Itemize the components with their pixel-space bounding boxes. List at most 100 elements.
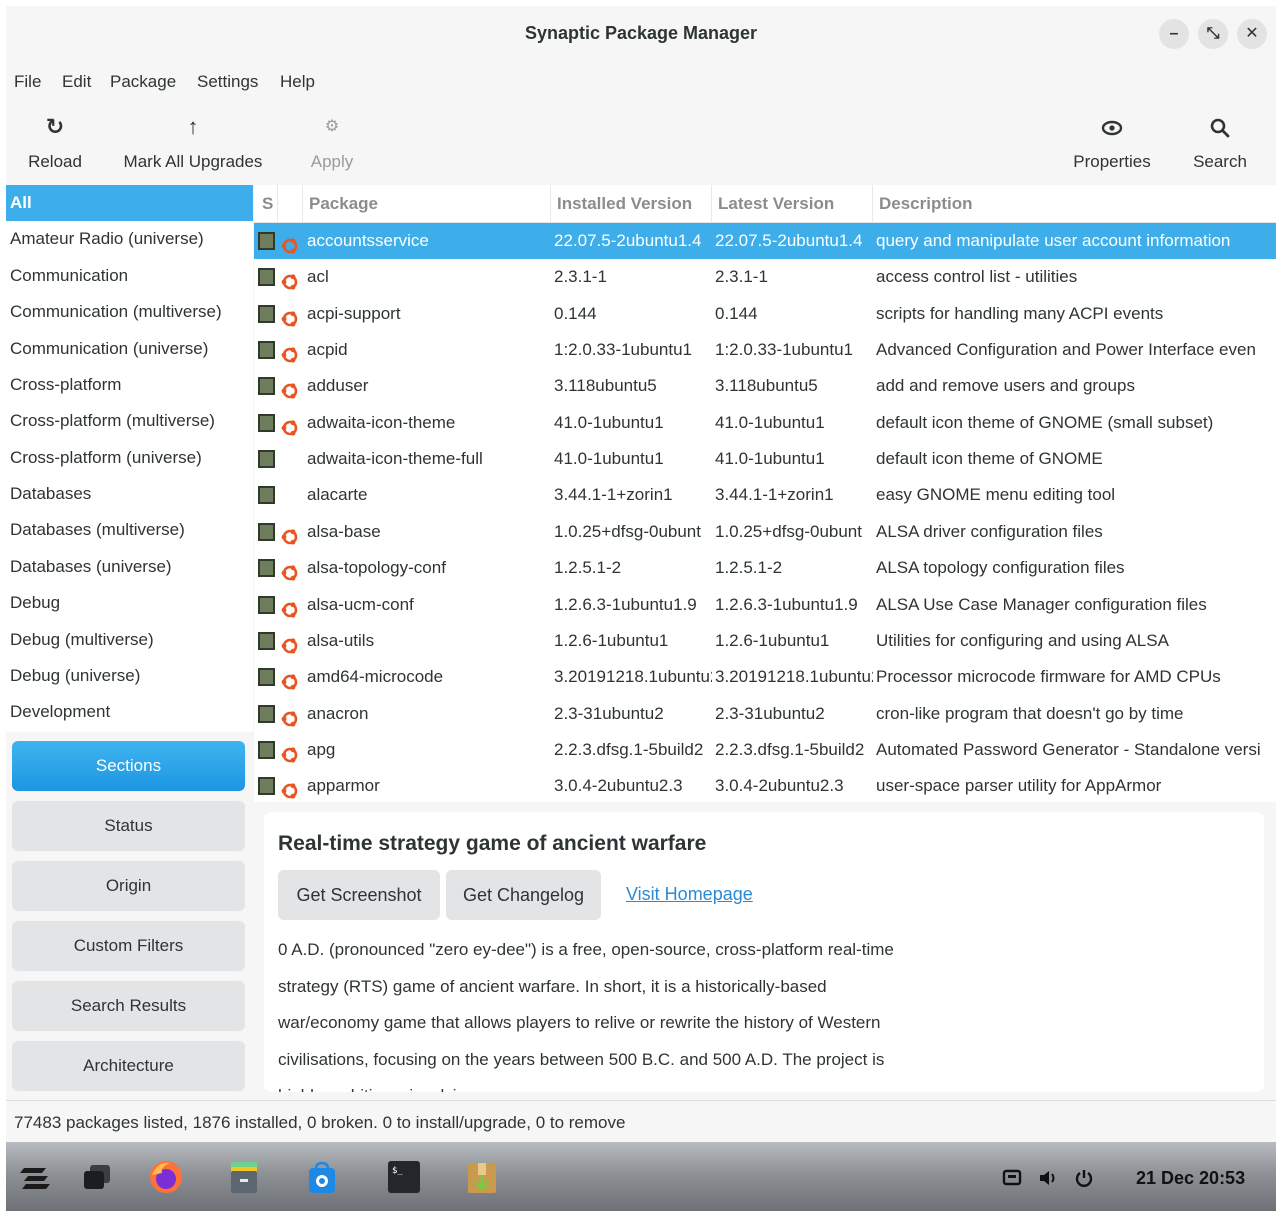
table-row[interactable]: alsa-ucm-conf 1.2.6.3-1ubuntu1.9 1.2.6.3-1… xyxy=(254,587,1276,623)
section-item[interactable]: Communication (universe) xyxy=(6,331,253,367)
installed-checkbox[interactable] xyxy=(258,414,275,432)
package-name: accountsservice xyxy=(307,231,429,250)
table-row[interactable]: acl 2.3.1-1 2.3.1-1 access control list - u… xyxy=(254,259,1276,295)
table-row[interactable]: alsa-utils 1.2.6-1ubuntu1 1.2.6-1ubuntu1 Ut… xyxy=(254,623,1276,659)
latest-version: 2.2.3.dfsg.1-5build2 xyxy=(715,740,865,759)
latest-version: 2.3-31ubuntu2 xyxy=(715,704,825,723)
installed-version: 1.2.5.1-2 xyxy=(554,558,622,577)
custom-filters-button[interactable]: Custom Filters xyxy=(12,921,245,971)
details-title: Real-time strategy game of ancient warfa… xyxy=(278,832,707,855)
column-latest-version[interactable]: Latest Version xyxy=(712,185,873,223)
table-row[interactable]: acpid 1:2.0.33-1ubuntu1 1:2.0.33-1ubuntu1 A… xyxy=(254,332,1276,368)
eye-icon xyxy=(1068,112,1156,142)
table-row[interactable]: amd64-microcode 3.20191218.1ubuntu2 3.2019… xyxy=(254,659,1276,695)
get-changelog-button[interactable]: Get Changelog xyxy=(446,870,601,920)
installed-checkbox[interactable] xyxy=(258,668,275,686)
menu-settings[interactable]: Settings xyxy=(197,72,258,92)
column-package[interactable]: Package xyxy=(303,185,551,223)
menu-package[interactable]: Package xyxy=(110,72,176,92)
installed-checkbox[interactable] xyxy=(258,232,275,250)
network-icon[interactable] xyxy=(1002,1168,1022,1193)
mark-all-upgrades-button[interactable]: ↑ Mark All Upgrades xyxy=(120,112,266,182)
apply-button[interactable]: ⚙ Apply xyxy=(306,112,358,182)
installed-checkbox[interactable] xyxy=(258,777,275,795)
table-row[interactable]: anacron 2.3-31ubuntu2 2.3-31ubuntu2 cron-li… xyxy=(254,696,1276,732)
section-item[interactable]: Databases xyxy=(6,476,253,512)
installed-checkbox[interactable] xyxy=(258,632,275,650)
section-item[interactable]: Communication xyxy=(6,258,253,294)
svg-text:$_: $_ xyxy=(392,1166,403,1176)
section-item[interactable]: Cross-platform (universe) xyxy=(6,440,253,476)
table-row[interactable]: alacarte 3.44.1-1+zorin1 3.44.1-1+zorin1 ea… xyxy=(254,477,1276,513)
architecture-filter-button[interactable]: Architecture xyxy=(12,1041,245,1091)
reload-button[interactable]: ↻ Reload xyxy=(22,112,88,182)
sections-filter-button[interactable]: Sections xyxy=(12,741,245,791)
files-icon[interactable] xyxy=(226,1159,262,1195)
installed-checkbox[interactable] xyxy=(258,596,275,614)
section-item[interactable]: Communication (multiverse) xyxy=(6,294,253,330)
table-row[interactable]: adduser 3.118ubuntu5 3.118ubuntu5 add and r… xyxy=(254,368,1276,404)
column-installed-version[interactable]: Installed Version xyxy=(551,185,712,223)
package-description: Automated Password Generator - Standalon… xyxy=(876,740,1261,759)
section-item[interactable]: Debug xyxy=(6,585,253,621)
menu-file[interactable]: File xyxy=(14,72,41,92)
column-description[interactable]: Description xyxy=(873,185,1276,223)
clock[interactable]: 21 Dec 20:53 xyxy=(1136,1168,1245,1189)
section-item[interactable]: Amateur Radio (universe) xyxy=(6,221,253,257)
firefox-icon[interactable] xyxy=(148,1159,184,1195)
section-item[interactable]: Cross-platform xyxy=(6,367,253,403)
minimize-button[interactable]: – xyxy=(1159,19,1189,49)
software-store-icon[interactable] xyxy=(304,1159,340,1195)
reload-icon: ↻ xyxy=(45,114,65,139)
column-icon[interactable] xyxy=(278,185,303,223)
installed-version: 41.0-1ubuntu1 xyxy=(554,449,664,468)
properties-button[interactable]: Properties xyxy=(1068,112,1156,182)
menu-edit[interactable]: Edit xyxy=(62,72,91,92)
table-row[interactable]: alsa-topology-conf 1.2.5.1-2 1.2.5.1-2 ALSA… xyxy=(254,550,1276,586)
ubuntu-logo-icon xyxy=(281,596,299,618)
installed-checkbox[interactable] xyxy=(258,305,275,323)
table-row[interactable]: adwaita-icon-theme-full 41.0-1ubuntu1 41.0… xyxy=(254,441,1276,477)
search-button[interactable]: Search xyxy=(1188,112,1252,182)
table-row[interactable]: acpi-support 0.144 0.144 scripts for handli… xyxy=(254,296,1276,332)
table-row[interactable]: accountsservice 22.07.5-2ubuntu1.4 22.07.5… xyxy=(254,223,1276,259)
section-item[interactable]: Databases (universe) xyxy=(6,549,253,585)
column-status[interactable]: S xyxy=(254,185,278,223)
status-text: 77483 packages listed, 1876 installed, 0… xyxy=(14,1113,626,1132)
zorin-menu-icon[interactable] xyxy=(18,1159,54,1195)
installed-checkbox[interactable] xyxy=(258,523,275,541)
maximize-button[interactable]: ⤡ xyxy=(1198,19,1228,49)
menu-help[interactable]: Help xyxy=(280,72,315,92)
table-row[interactable]: apparmor 3.0.4-2ubuntu2.3 3.0.4-2ubuntu2.3… xyxy=(254,768,1276,802)
section-item[interactable]: Debug (universe) xyxy=(6,658,253,694)
window-switcher-icon[interactable] xyxy=(80,1159,116,1195)
section-item[interactable]: Development xyxy=(6,694,253,730)
installed-checkbox[interactable] xyxy=(258,705,275,723)
section-item[interactable]: Debug (multiverse) xyxy=(6,622,253,658)
installed-checkbox[interactable] xyxy=(258,377,275,395)
ubuntu-logo-icon xyxy=(281,632,299,654)
section-item[interactable]: Cross-platform (multiverse) xyxy=(6,403,253,439)
installed-checkbox[interactable] xyxy=(258,268,275,286)
power-icon[interactable] xyxy=(1074,1168,1094,1193)
volume-icon[interactable] xyxy=(1038,1168,1060,1193)
installed-checkbox[interactable] xyxy=(258,559,275,577)
visit-homepage-link[interactable]: Visit Homepage xyxy=(626,884,753,905)
installed-checkbox[interactable] xyxy=(258,741,275,759)
section-item[interactable]: Databases (multiverse) xyxy=(6,512,253,548)
get-screenshot-button[interactable]: Get Screenshot xyxy=(278,870,440,920)
table-row[interactable]: adwaita-icon-theme 41.0-1ubuntu1 41.0-1ubu… xyxy=(254,405,1276,441)
terminal-icon[interactable]: $_ xyxy=(386,1159,422,1195)
installed-checkbox[interactable] xyxy=(258,341,275,359)
installed-checkbox[interactable] xyxy=(258,450,275,468)
package-installer-icon[interactable] xyxy=(464,1159,500,1195)
package-details: Real-time strategy game of ancient warfa… xyxy=(264,812,1264,1092)
status-filter-button[interactable]: Status xyxy=(12,801,245,851)
search-results-button[interactable]: Search Results xyxy=(12,981,245,1031)
table-row[interactable]: alsa-base 1.0.25+dfsg-0ubunt 1.0.25+dfsg-0… xyxy=(254,514,1276,550)
origin-filter-button[interactable]: Origin xyxy=(12,861,245,911)
close-button[interactable]: ✕ xyxy=(1237,19,1267,49)
section-item-all[interactable]: All xyxy=(6,185,253,221)
table-row[interactable]: apg 2.2.3.dfsg.1-5build2 2.2.3.dfsg.1-5bui… xyxy=(254,732,1276,768)
installed-checkbox[interactable] xyxy=(258,486,275,504)
